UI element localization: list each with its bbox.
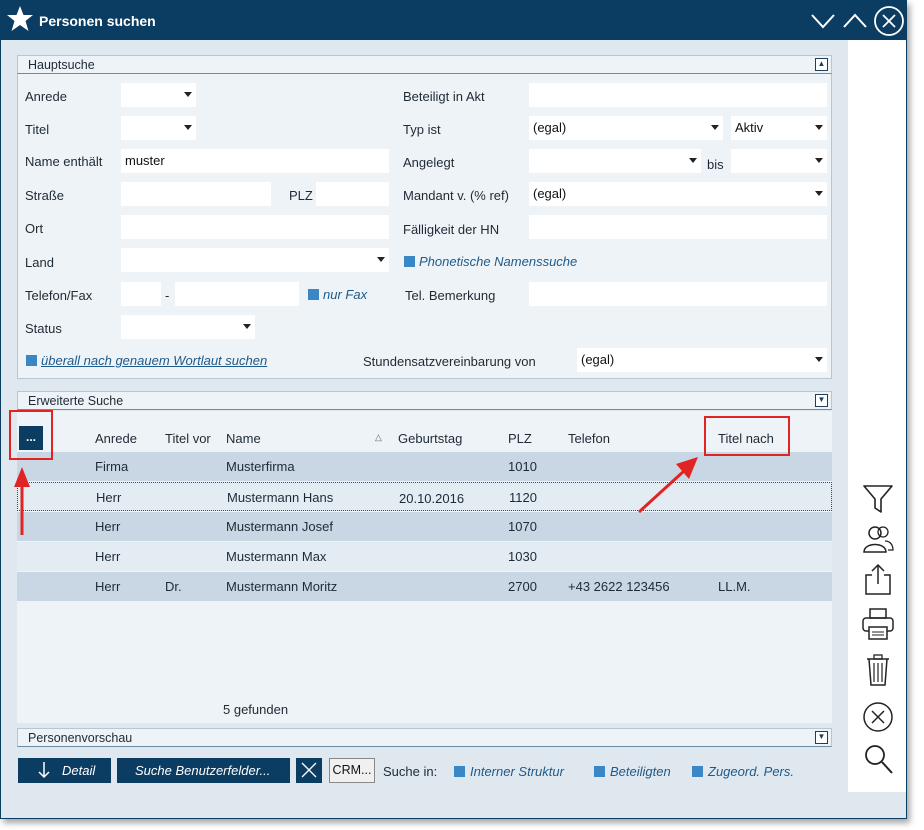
annotation-arrows [14, 457, 698, 535]
annotation-arrow-diagonal [637, 469, 686, 514]
annotation-arrowhead-up [14, 467, 30, 487]
